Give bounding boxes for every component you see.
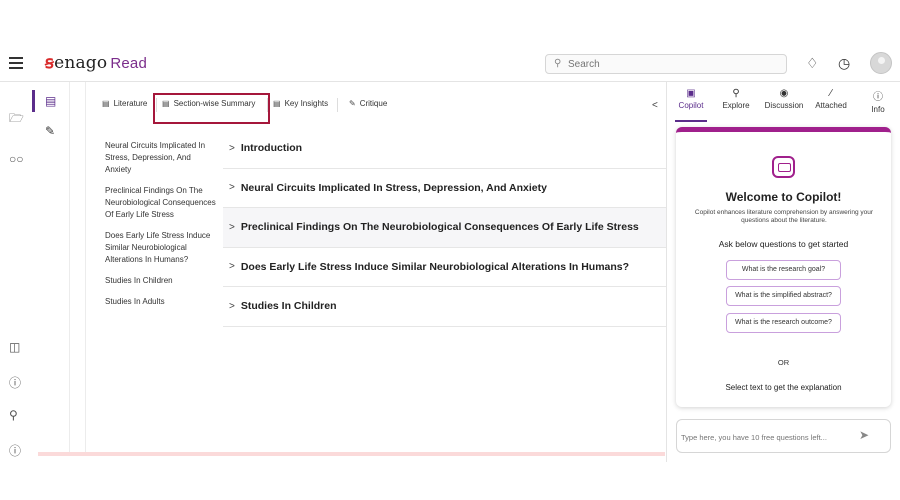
toc-item[interactable]: Studies In Children xyxy=(105,275,217,287)
chevron-right-icon: > xyxy=(229,261,235,273)
tab-critique[interactable]: ✎ Critique xyxy=(349,99,387,108)
chat-input-box[interactable]: ➤ xyxy=(676,419,891,453)
toc-item[interactable]: Does Early Life Stress Induce Similar Ne… xyxy=(105,230,217,266)
tab-label: Critique xyxy=(359,99,388,108)
table-of-contents: Neural Circuits Implicated In Stress, De… xyxy=(105,140,217,320)
bell-icon[interactable]: ♢ xyxy=(806,55,819,72)
info-icon: ⓘ xyxy=(873,92,883,103)
tab-divider xyxy=(337,98,338,112)
section-list: > Introduction > Neural Circuits Implicate… xyxy=(223,129,666,327)
section-title: Neural Circuits Implicated In Stress, De… xyxy=(240,181,547,194)
edit-icon: ✎ xyxy=(349,99,356,108)
copilot-icon: ▣ xyxy=(686,88,696,99)
chevron-right-icon: > xyxy=(229,300,235,312)
tab-literature[interactable]: ▤ Literature xyxy=(102,99,147,108)
help-icon[interactable]: ⓘ xyxy=(9,374,21,391)
tab-label: Attached xyxy=(815,101,847,110)
section-row[interactable]: > Preclinical Findings On The Neurobiolog… xyxy=(223,208,666,248)
tab-label: Discussion xyxy=(764,101,804,110)
chevron-right-icon: > xyxy=(229,182,235,194)
question-button[interactable]: What is the research goal? xyxy=(726,260,841,280)
tab-copilot[interactable]: ▣ Copilot xyxy=(676,88,706,110)
paperclip-icon: ∕ xyxy=(830,88,832,99)
reader-panel: ▤ Literature ▤ Section-wise Summary ▤ Key I… xyxy=(85,82,666,454)
discussion-icon: ◉ xyxy=(779,88,789,99)
copilot-panel: ▣ Copilot ⚲ Explore ◉ Discussion ∕ Attached … xyxy=(666,82,900,462)
section-row[interactable]: > Neural Circuits Implicated In Stress, D… xyxy=(223,169,666,208)
tab-key-insights[interactable]: ▤ Key Insights xyxy=(273,99,328,108)
alarm-clock-icon[interactable]: ◷ xyxy=(838,55,850,72)
search-box[interactable]: ⚲ xyxy=(545,54,787,74)
logo-product: Read xyxy=(110,55,147,72)
top-bar: ꞩenagoRead ⚲ ♢ ◷ xyxy=(0,48,900,82)
copilot-welcome-card: Welcome to Copilot! Copilot enhances lit… xyxy=(676,127,891,407)
tab-label: Key Insights xyxy=(284,99,329,108)
gift-icon[interactable]: ◫ xyxy=(9,340,20,354)
toc-item[interactable]: Preclinical Findings On The Neurobiologi… xyxy=(105,185,217,221)
card-description: Copilot enhances literature comprehensio… xyxy=(694,209,874,224)
left-rail: 🗁 ○○ ◫ ⓘ ⚲ ⓘ xyxy=(0,82,32,462)
edit-document-icon[interactable]: ✎ xyxy=(45,124,55,138)
card-title: Welcome to Copilot! xyxy=(725,190,842,204)
share-icon[interactable]: < xyxy=(652,100,658,111)
select-text-hint: Select text to get the explanation xyxy=(725,383,842,392)
section-title: Preclinical Findings On The Neurobiologi… xyxy=(240,221,639,234)
document-icon[interactable]: ▤ xyxy=(45,94,56,108)
logo[interactable]: ꞩenago Read xyxy=(45,53,147,73)
folder-icon[interactable]: 🗁 xyxy=(9,109,24,130)
lightbulb-icon[interactable]: ⚲ xyxy=(9,408,18,422)
bot-icon xyxy=(772,156,795,178)
question-button[interactable]: What is the research outcome? xyxy=(726,313,841,333)
section-row[interactable]: > Does Early Life Stress Induce Similar N… xyxy=(223,248,666,287)
chat-input[interactable] xyxy=(681,430,851,444)
section-title: Studies In Children xyxy=(240,300,337,313)
logo-mark: ꞩ xyxy=(45,53,55,73)
send-icon[interactable]: ➤ xyxy=(859,428,869,442)
tab-label: Explore xyxy=(722,101,750,110)
logo-text: enago xyxy=(54,53,108,73)
tab-label: Info xyxy=(871,105,885,114)
active-indicator xyxy=(32,90,35,112)
explore-icon: ⚲ xyxy=(732,88,740,99)
avatar[interactable] xyxy=(870,52,892,74)
section-row[interactable]: > Introduction xyxy=(223,129,666,169)
toc-item[interactable]: Neural Circuits Implicated In Stress, De… xyxy=(105,140,217,176)
tab-label: Copilot xyxy=(678,101,704,110)
tab-explore[interactable]: ⚲ Explore xyxy=(721,88,751,110)
right-tabs: ▣ Copilot ⚲ Explore ◉ Discussion ∕ Attached … xyxy=(667,82,900,122)
chevron-right-icon: > xyxy=(229,142,235,154)
search-icon: ⚲ xyxy=(554,58,562,69)
info-icon[interactable]: ⓘ xyxy=(9,442,21,459)
tab-discussion[interactable]: ◉ Discussion xyxy=(763,88,805,110)
search-input[interactable] xyxy=(568,57,768,71)
glasses-icon[interactable]: ○○ xyxy=(9,152,24,166)
or-divider: OR xyxy=(777,358,790,367)
secondary-rail: ▤ ✎ xyxy=(32,82,70,454)
section-title: Does Early Life Stress Induce Similar Ne… xyxy=(240,260,630,273)
toc-item[interactable]: Studies In Adults xyxy=(105,296,217,308)
active-tab-highlight xyxy=(153,93,270,124)
tab-info[interactable]: ⓘ Info xyxy=(867,88,889,114)
menu-icon[interactable] xyxy=(9,57,23,69)
summary-tabs: ▤ Literature ▤ Section-wise Summary ▤ Key I… xyxy=(86,82,666,124)
tab-attached[interactable]: ∕ Attached xyxy=(814,88,848,110)
ask-label: Ask below questions to get started xyxy=(718,239,849,249)
section-title: Introduction xyxy=(240,142,303,155)
chevron-right-icon: > xyxy=(229,221,235,233)
bottom-accent-line xyxy=(38,452,665,456)
document-icon: ▤ xyxy=(102,99,110,108)
question-button[interactable]: What is the simplified abstract? xyxy=(726,286,841,306)
section-row[interactable]: > Studies In Children xyxy=(223,287,666,327)
tab-divider xyxy=(267,98,268,112)
active-tab-underline xyxy=(675,120,707,122)
document-list-icon: ▤ xyxy=(273,99,281,108)
tab-label: Literature xyxy=(113,99,148,108)
